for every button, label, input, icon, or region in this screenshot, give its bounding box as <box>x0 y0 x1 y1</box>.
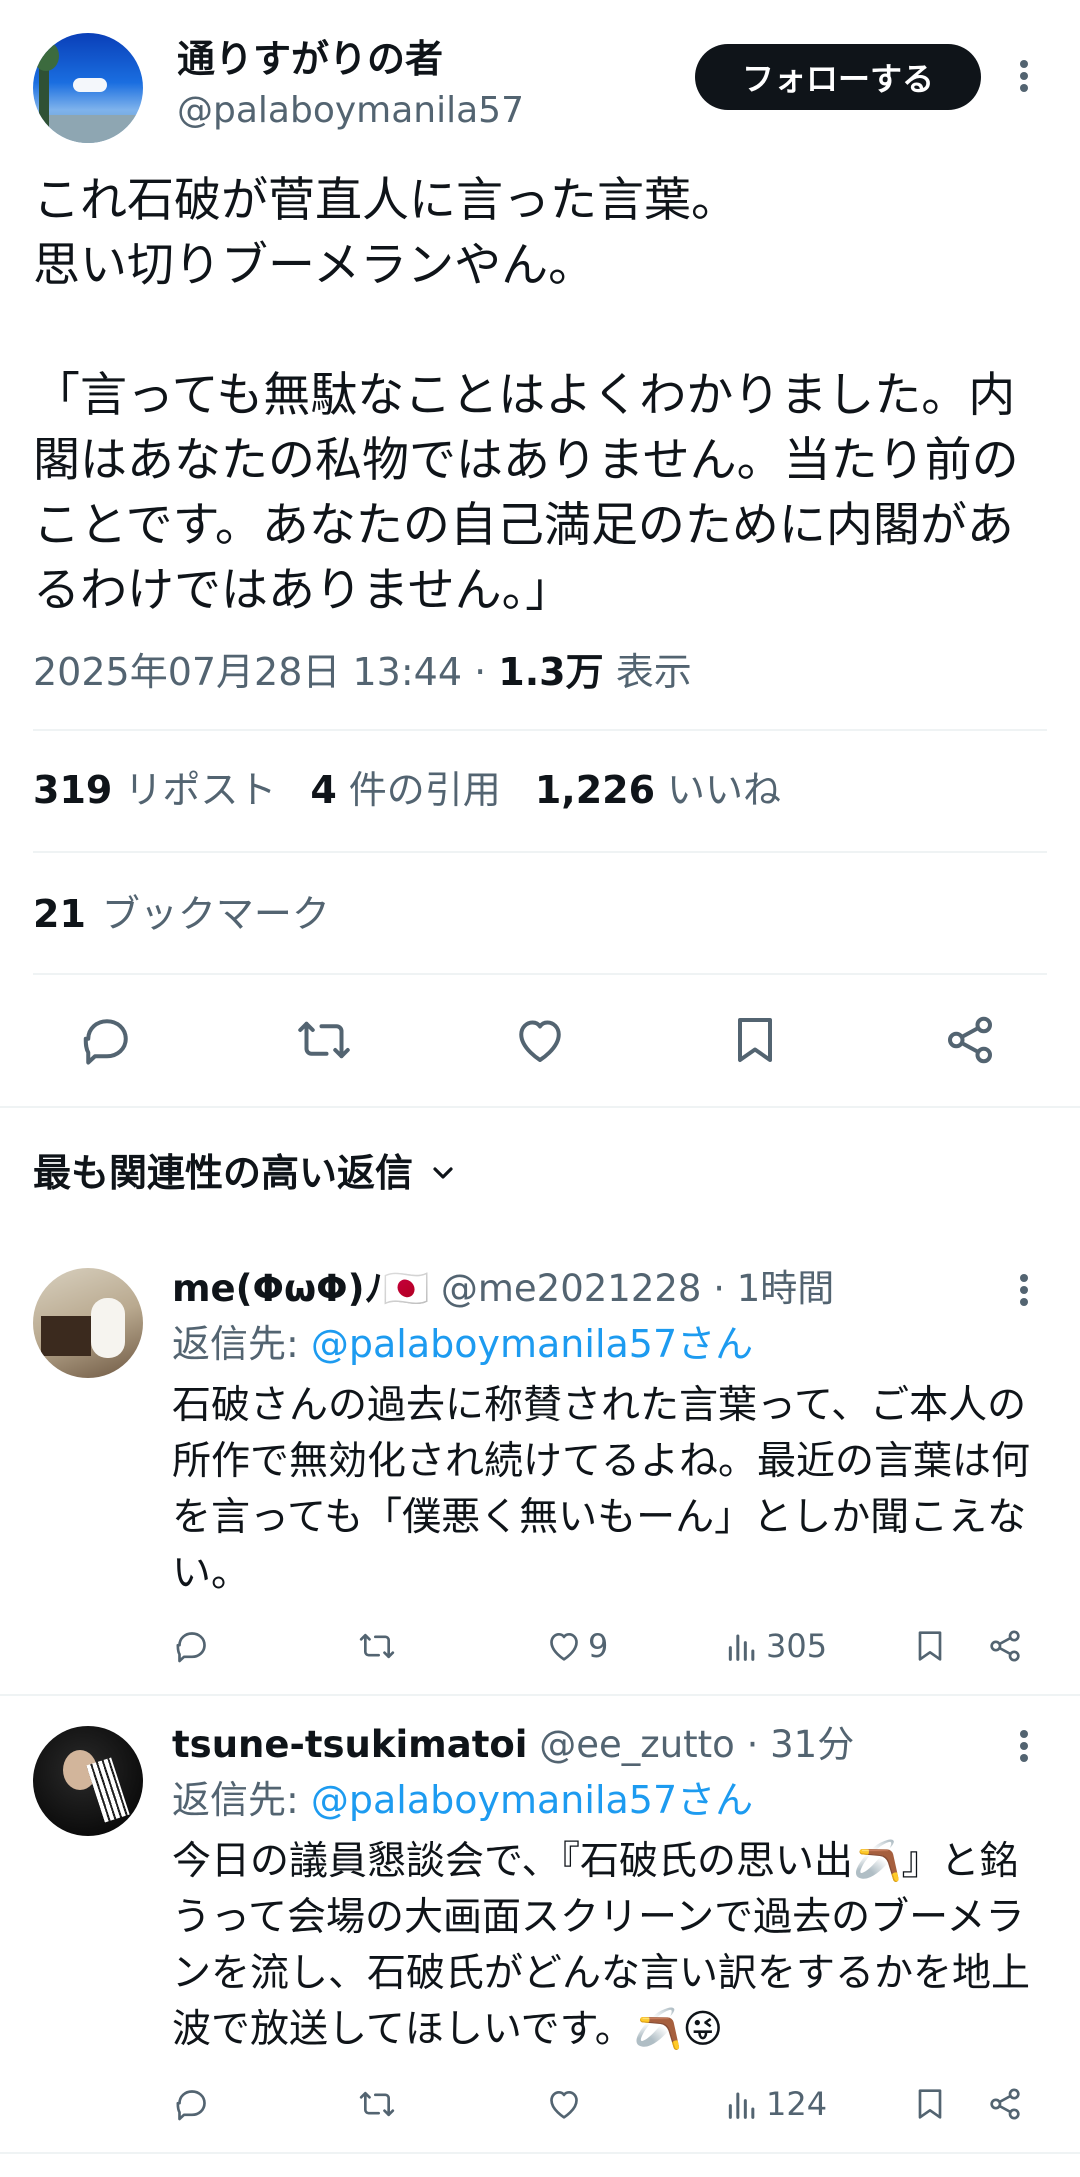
likes-label: いいね <box>667 768 782 812</box>
more-options-icon[interactable] <box>1006 54 1042 98</box>
share-button[interactable] <box>940 1010 1000 1070</box>
reply-header: me(ΦωΦ)ﾉ🇯🇵 @me2021228 · 1時間 <box>172 1264 834 1314</box>
tweet-text: これ石破が菅直人に言った言葉。 思い切りブーメランやん。 「言っても無駄なことは… <box>33 173 1019 618</box>
divider <box>33 973 1047 975</box>
like-icon <box>519 1020 561 1062</box>
reply-like-button[interactable]: 9 <box>544 1624 608 1668</box>
author-avatar[interactable] <box>33 33 143 143</box>
repost-icon <box>298 1021 350 1059</box>
reply-views-count: 305 <box>766 1627 828 1665</box>
likes-count: 1,226 <box>534 768 656 812</box>
reply-text: 石破さんの過去に称賛された言葉って、ご本人の所作で無効化され続けてるよね。最近の… <box>172 1383 1031 1596</box>
divider <box>33 729 1047 731</box>
author-name[interactable]: 通りすがりの者 <box>177 35 443 83</box>
analytics-icon <box>728 2092 755 2119</box>
like-button[interactable] <box>510 1010 570 1070</box>
reply-author-name[interactable]: tsune-tsukimatoi <box>172 1723 528 1766</box>
reply-to-handle[interactable]: @palaboymanila57さん <box>311 1322 753 1366</box>
reply-icon <box>83 1019 128 1065</box>
reply-to-handle[interactable]: @palaboymanila57さん <box>311 1778 753 1822</box>
quotes-count: 4 <box>310 768 337 812</box>
divider <box>0 1106 1080 1108</box>
analytics-icon <box>728 1634 755 1661</box>
follow-button[interactable]: フォローする <box>695 44 981 110</box>
reply-header: tsune-tsukimatoi @ee_zutto · 31分 <box>172 1720 854 1770</box>
likes-stat[interactable]: 1,226 いいね <box>535 764 781 816</box>
reply-share-button[interactable] <box>985 2082 1025 2126</box>
reply-author-handle[interactable]: @ee_zutto <box>539 1723 735 1766</box>
repost-icon <box>359 1633 395 1659</box>
reply-like-count: 9 <box>588 1627 609 1665</box>
divider <box>33 851 1047 853</box>
reposts-count: 319 <box>33 768 113 812</box>
tweet-timestamp[interactable]: 2025年07月28日 13:44 <box>33 650 462 694</box>
reply-avatar[interactable] <box>33 1726 143 1836</box>
divider <box>0 1694 1080 1696</box>
reply-time[interactable]: · 1時間 <box>713 1267 834 1310</box>
reply-to-line: 返信先: @palaboymanila57さん <box>172 1318 753 1370</box>
more-options-icon[interactable] <box>1006 1724 1042 1768</box>
repost-icon <box>359 2091 395 2117</box>
divider <box>0 2152 1080 2154</box>
share-icon <box>990 2088 1020 2120</box>
tweet-header: 通りすがりの者 @palaboymanila57 フォローする <box>0 0 1080 160</box>
reply-to-label: 返信先: <box>172 1322 311 1366</box>
reply-author-name[interactable]: me(ΦωΦ)ﾉ🇯🇵 <box>172 1267 429 1310</box>
bookmark-icon <box>738 1018 772 1062</box>
like-icon <box>550 1633 578 1661</box>
quotes-stat[interactable]: 4 件の引用 <box>310 764 500 816</box>
reply-icon <box>176 2090 206 2121</box>
bookmark-button[interactable] <box>725 1010 785 1070</box>
like-icon <box>550 2091 578 2119</box>
reply-sort-dropdown[interactable]: 最も関連性の高い返信 <box>33 1148 459 1198</box>
reply-to-line: 返信先: @palaboymanila57さん <box>172 1774 753 1826</box>
share-icon <box>990 1630 1020 1662</box>
bookmark-icon <box>918 1631 942 1661</box>
reply-views-button[interactable]: 305 <box>722 1624 827 1668</box>
engagement-stats: 319 リポスト 4 件の引用 1,226 いいね <box>33 764 815 816</box>
reply-share-button[interactable] <box>985 1624 1025 1668</box>
reply-text: 今日の議員懇談会で、『石破氏の思い出🪃』と銘うって会場の大画面スクリーンで過去の… <box>172 1839 1031 2052</box>
reply-like-button[interactable] <box>544 2082 588 2126</box>
bookmarks-count: 21 <box>33 892 86 936</box>
bookmarks-label: ブックマーク <box>101 892 330 936</box>
sort-label: 最も関連性の高い返信 <box>33 1151 414 1195</box>
reply-time[interactable]: · 31分 <box>747 1723 855 1766</box>
reposts-label: リポスト <box>124 768 277 812</box>
reply-button[interactable] <box>77 1010 137 1070</box>
author-handle[interactable]: @palaboymanila57 <box>177 88 524 134</box>
reply-bookmark-button[interactable] <box>910 2082 950 2126</box>
more-options-icon[interactable] <box>1006 1268 1042 1312</box>
repost-button[interactable] <box>294 1010 354 1070</box>
reply-repost-button[interactable] <box>357 1624 397 1668</box>
reply-views-button[interactable]: 124 <box>722 2082 827 2126</box>
tweet-views-count: 1.3万 <box>498 650 604 694</box>
chevron-down-icon <box>433 1167 453 1179</box>
reply-avatar[interactable] <box>33 1268 143 1378</box>
reply-icon <box>176 1632 206 1663</box>
reply-bookmark-button[interactable] <box>910 1624 950 1668</box>
reply-views-count: 124 <box>766 2085 828 2123</box>
reply-reply-button[interactable] <box>172 1624 212 1668</box>
reposts-stat[interactable]: 319 リポスト <box>33 764 276 816</box>
reply-author-handle[interactable]: @me2021228 <box>441 1267 702 1310</box>
bookmarks-stat[interactable]: 21 ブックマーク <box>33 888 330 940</box>
quotes-label: 件の引用 <box>348 768 501 812</box>
tweet-meta: 2025年07月28日 13:44 · 1.3万 表示 <box>33 646 692 698</box>
bookmark-icon <box>918 2089 942 2119</box>
share-icon <box>948 1016 992 1064</box>
reply-to-label: 返信先: <box>172 1778 311 1822</box>
meta-separator: · <box>462 650 499 694</box>
tweet-views-label: 表示 <box>615 650 692 694</box>
reply-repost-button[interactable] <box>357 2082 397 2126</box>
reply-reply-button[interactable] <box>172 2082 212 2126</box>
